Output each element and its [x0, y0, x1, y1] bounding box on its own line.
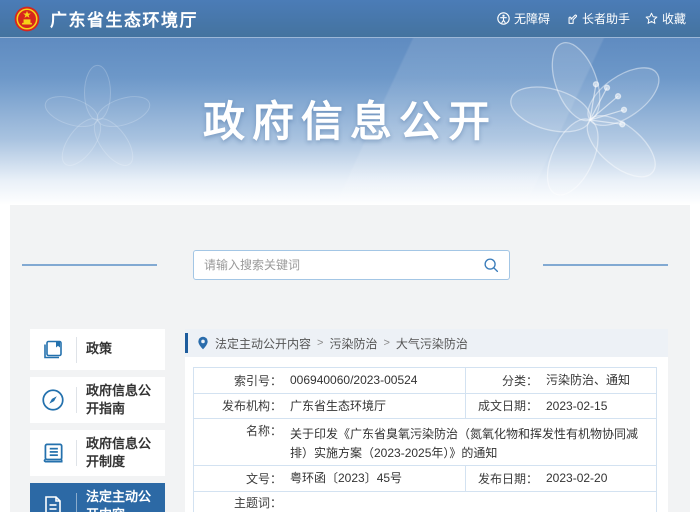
table-row: 发布机构： 广东省生态环境厅 成文日期： 2023-02-15 [194, 394, 656, 420]
field-label: 成文日期： [466, 397, 538, 414]
breadcrumb-item[interactable]: 污染防治 [329, 335, 377, 352]
search-input[interactable] [194, 258, 479, 272]
star-icon [645, 12, 658, 25]
decorative-line [22, 264, 157, 266]
field-keywords: 主题词： [194, 492, 656, 512]
search-box [193, 250, 510, 280]
elder-helper-icon [565, 12, 578, 25]
sidebar-item-label: 政策 [77, 336, 118, 362]
sidebar-item-label: 政府信息公开指南 [77, 378, 165, 422]
sidebar-item-label: 政府信息公开制度 [77, 431, 165, 475]
breadcrumb-item[interactable]: 法定主动公开内容 [215, 335, 311, 352]
table-row: 文号： 粤环函〔2023〕45号 发布日期： 2023-02-20 [194, 466, 656, 492]
field-value [282, 499, 656, 505]
top-header-bar: 广东省生态环境厅 无障碍 长者助手 收藏 [0, 0, 700, 38]
field-index-number: 索引号： 006940060/2023-00524 [194, 368, 465, 393]
accessibility-link-label: 无障碍 [514, 10, 550, 27]
elder-helper-link-label: 长者助手 [582, 10, 630, 27]
compass-icon [30, 387, 76, 413]
field-value: 粤环函〔2023〕45号 [282, 466, 465, 491]
field-label: 发布日期： [466, 470, 538, 487]
field-value: 2023-02-20 [538, 466, 656, 491]
search-button[interactable] [479, 257, 509, 273]
sidebar-item-disclosure-rules[interactable]: 政府信息公开制度 [30, 430, 165, 476]
table-row: 名称： 关于印发《广东省臭氧污染防治（氮氧化物和挥发性有机物协同减排）实施方案（… [194, 419, 656, 466]
breadcrumb-separator: > [317, 337, 323, 349]
field-value: 污染防治、通知 [538, 368, 656, 393]
search-area [10, 250, 690, 280]
sidebar-nav: 政策 政府信息公开指南 政 [30, 329, 165, 512]
field-label: 索引号： [194, 372, 282, 389]
field-value: 广东省生态环境厅 [282, 394, 465, 419]
sidebar-item-label: 法定主动公开内容 [77, 484, 165, 512]
field-value: 关于印发《广东省臭氧污染防治（氮氧化物和挥发性有机物协同减排）实施方案（2023… [282, 422, 656, 465]
search-icon [483, 257, 499, 273]
accessibility-icon [497, 12, 510, 25]
table-row: 索引号： 006940060/2023-00524 分类： 污染防治、通知 [194, 368, 656, 394]
accessibility-link[interactable]: 无障碍 [497, 10, 550, 27]
content-wrapper: 政策 政府信息公开指南 政 [10, 205, 690, 512]
table-row: 主题词： [194, 492, 656, 512]
field-label: 名称： [194, 422, 282, 439]
field-label: 分类： [466, 372, 538, 389]
sidebar-item-policy[interactable]: 政策 [30, 329, 165, 370]
utility-links: 无障碍 长者助手 收藏 [497, 10, 686, 27]
sidebar-item-disclosure-guide[interactable]: 政府信息公开指南 [30, 377, 165, 423]
field-value: 006940060/2023-00524 [282, 368, 465, 393]
field-issue-date: 成文日期： 2023-02-15 [465, 394, 656, 419]
breadcrumb-item[interactable]: 大气污染防治 [396, 335, 468, 352]
main-panel: 法定主动公开内容 > 污染防治 > 大气污染防治 索引号： 006940060/… [185, 329, 668, 512]
book-icon [30, 338, 76, 362]
breadcrumb: 法定主动公开内容 > 污染防治 > 大气污染防治 [185, 329, 668, 357]
field-label: 文号： [194, 470, 282, 487]
field-document-number: 文号： 粤环函〔2023〕45号 [194, 466, 465, 491]
document-icon [30, 494, 76, 512]
field-publish-date: 发布日期： 2023-02-20 [465, 466, 656, 491]
rules-icon [30, 440, 76, 466]
field-label: 发布机构： [194, 397, 282, 414]
site-title: 广东省生态环境厅 [50, 6, 198, 31]
field-issuing-agency: 发布机构： 广东省生态环境厅 [194, 394, 465, 419]
favorite-link[interactable]: 收藏 [645, 10, 686, 27]
breadcrumb-separator: > [383, 337, 389, 349]
breadcrumb-accent-bar [185, 333, 188, 353]
favorite-link-label: 收藏 [662, 10, 686, 27]
field-document-name: 名称： 关于印发《广东省臭氧污染防治（氮氧化物和挥发性有机物协同减排）实施方案（… [194, 419, 656, 465]
field-label: 主题词： [194, 494, 282, 511]
location-pin-icon [197, 336, 209, 350]
national-emblem-logo [14, 6, 40, 32]
page-title: 政府信息公开 [0, 88, 700, 149]
sidebar-item-statutory-disclosure[interactable]: 法定主动公开内容 [30, 483, 165, 512]
document-info-table: 索引号： 006940060/2023-00524 分类： 污染防治、通知 发布… [193, 367, 657, 512]
decorative-line [543, 264, 668, 266]
elder-helper-link[interactable]: 长者助手 [565, 10, 630, 27]
field-value: 2023-02-15 [538, 394, 656, 419]
field-category: 分类： 污染防治、通知 [465, 368, 656, 393]
